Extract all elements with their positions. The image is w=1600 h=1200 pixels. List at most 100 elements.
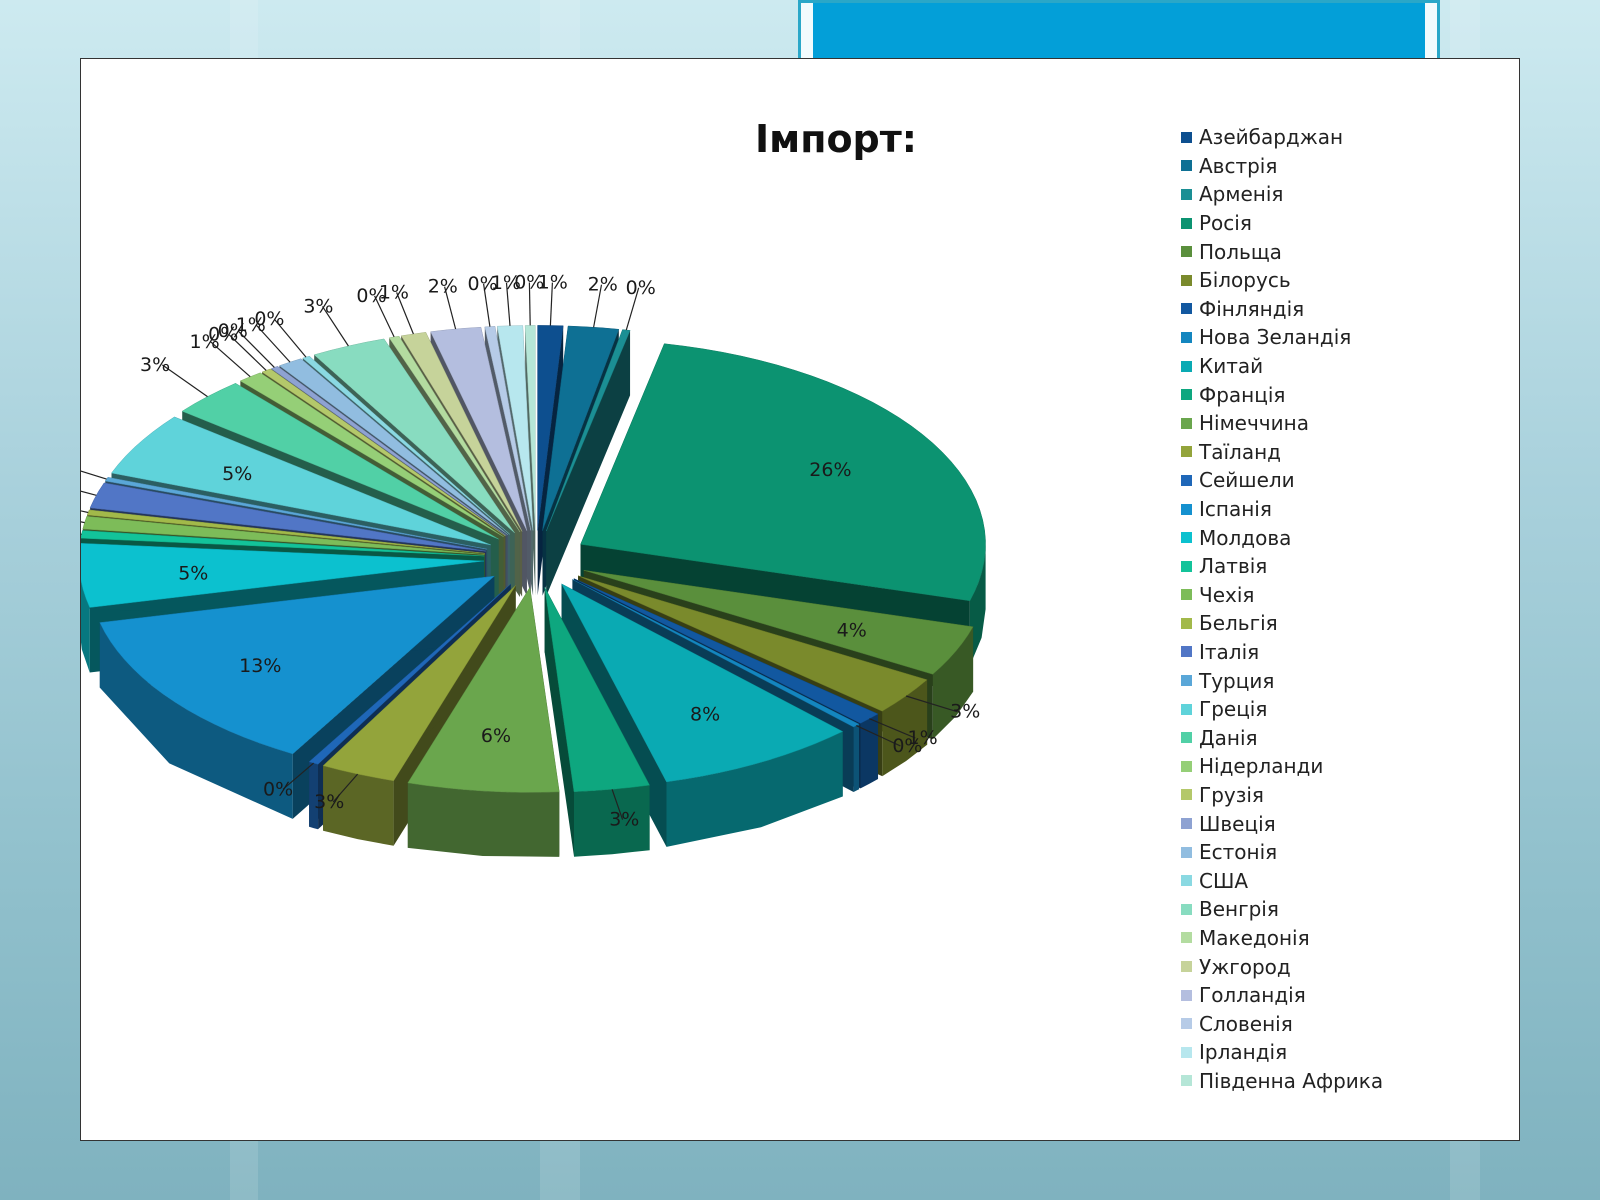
legend-item: Австрія (1181, 152, 1511, 181)
legend-label: Латвія (1199, 554, 1268, 579)
legend-label: Естонія (1199, 840, 1278, 865)
data-label: 0% (892, 735, 922, 757)
legend-item: Чехія (1181, 581, 1511, 610)
data-label: 0% (514, 272, 544, 294)
pie-slice-wall (860, 714, 878, 789)
legend-item: Таїланд (1181, 438, 1511, 467)
legend-swatch (1181, 646, 1192, 658)
leader-line (81, 470, 107, 480)
leader-line (81, 521, 85, 524)
legend-label: Нова Зеландія (1199, 325, 1352, 350)
legend-item: Македонія (1181, 924, 1511, 953)
legend-item: Іспанія (1181, 495, 1511, 524)
data-label: 2% (428, 276, 458, 298)
legend-swatch (1181, 932, 1192, 944)
legend-item: Турция (1181, 666, 1511, 695)
legend-swatch (1181, 160, 1192, 172)
data-label: 2% (588, 274, 618, 296)
legend-item: Азейбарджан (1181, 123, 1511, 152)
data-label: 8% (690, 703, 720, 725)
legend-swatch (1181, 303, 1192, 315)
data-label: 5% (178, 563, 208, 585)
legend-swatch (1181, 503, 1192, 515)
legend-label: Ірландія (1199, 1040, 1288, 1065)
data-label: 4% (837, 620, 867, 642)
legend-swatch (1181, 617, 1192, 629)
chart-card: Імпорт: 1% 2% 0% 26% 4% 3% 1% 0% 8% 3% 6% 3% 0% 13% 5%… (80, 58, 1520, 1141)
legend-swatch (1181, 389, 1192, 401)
legend-label: Німеччина (1199, 411, 1309, 436)
legend-swatch (1181, 1046, 1192, 1058)
data-label: 1% (379, 281, 409, 303)
legend-label: Ужгород (1199, 954, 1291, 979)
legend-item: Китай (1181, 352, 1511, 381)
leader-line (81, 533, 82, 535)
data-label: 0% (263, 778, 293, 800)
legend-label: Росія (1199, 211, 1252, 236)
legend-item: Греція (1181, 695, 1511, 724)
legend-label: Азейбарджан (1199, 125, 1344, 150)
legend-swatch (1181, 446, 1192, 458)
legend-item: Естонія (1181, 838, 1511, 867)
legend-item: Нідерланди (1181, 752, 1511, 781)
legend-item: Венгрія (1181, 895, 1511, 924)
data-label: 3% (314, 791, 344, 813)
legend-swatch (1181, 274, 1192, 286)
legend-swatch (1181, 474, 1192, 486)
legend-label: Венгрія (1199, 897, 1279, 922)
pie-slice-wall (407, 782, 560, 857)
legend-label: Сейшели (1199, 468, 1295, 493)
leader-line (81, 510, 89, 514)
legend-label: Турция (1199, 668, 1275, 693)
legend-label: Молдова (1199, 525, 1292, 550)
legend-item: Росія (1181, 209, 1511, 238)
legend-swatch (1181, 875, 1192, 887)
legend-swatch (1181, 417, 1192, 429)
chart-legend: Азейбарджан Австрія Арменія Росія Польща Біло… (1181, 123, 1511, 1095)
legend-swatch (1181, 760, 1192, 772)
pie-chart: 1%2%0%26%4%3%1%0%8%3%6%3%0%13%5%1%0%1%2%… (81, 272, 986, 857)
legend-item: Сейшели (1181, 466, 1511, 495)
legend-swatch (1181, 331, 1192, 343)
legend-label: Нідерланди (1199, 754, 1324, 779)
legend-swatch (1181, 188, 1192, 200)
data-label: 3% (609, 809, 639, 831)
legend-label: Франція (1199, 382, 1286, 407)
data-label: 0% (254, 308, 284, 330)
legend-swatch (1181, 360, 1192, 372)
legend-label: Голландія (1199, 983, 1306, 1008)
legend-label: Македонія (1199, 925, 1310, 950)
legend-item: Голландія (1181, 981, 1511, 1010)
legend-swatch (1181, 961, 1192, 973)
data-label: 26% (809, 459, 851, 481)
legend-item: Франція (1181, 380, 1511, 409)
legend-swatch (1181, 732, 1192, 744)
legend-item: Швеція (1181, 809, 1511, 838)
legend-label: Греція (1199, 697, 1268, 722)
legend-label: Таїланд (1199, 439, 1281, 464)
legend-label: Арменія (1199, 182, 1284, 207)
legend-swatch (1181, 589, 1192, 601)
legend-item: США (1181, 866, 1511, 895)
legend-swatch (1181, 703, 1192, 715)
legend-label: Італія (1199, 639, 1260, 664)
legend-item: Арменія (1181, 180, 1511, 209)
data-label: 6% (481, 725, 511, 747)
legend-item: Німеччина (1181, 409, 1511, 438)
legend-label: Іспанія (1199, 497, 1272, 522)
data-label: 0% (626, 277, 656, 299)
pie-slice-wall (853, 724, 860, 792)
legend-label: США (1199, 868, 1249, 893)
data-label: 13% (239, 655, 281, 677)
legend-item: Ужгород (1181, 952, 1511, 981)
data-label: 3% (303, 295, 333, 317)
legend-label: Бельгія (1199, 611, 1278, 636)
legend-item: Італія (1181, 638, 1511, 667)
legend-label: Словенія (1199, 1011, 1293, 1036)
legend-item: Словенія (1181, 1009, 1511, 1038)
legend-item: Латвія (1181, 552, 1511, 581)
legend-label: Фінляндія (1199, 296, 1305, 321)
legend-swatch (1181, 532, 1192, 544)
legend-item: Білорусь (1181, 266, 1511, 295)
legend-label: Чехія (1199, 582, 1255, 607)
